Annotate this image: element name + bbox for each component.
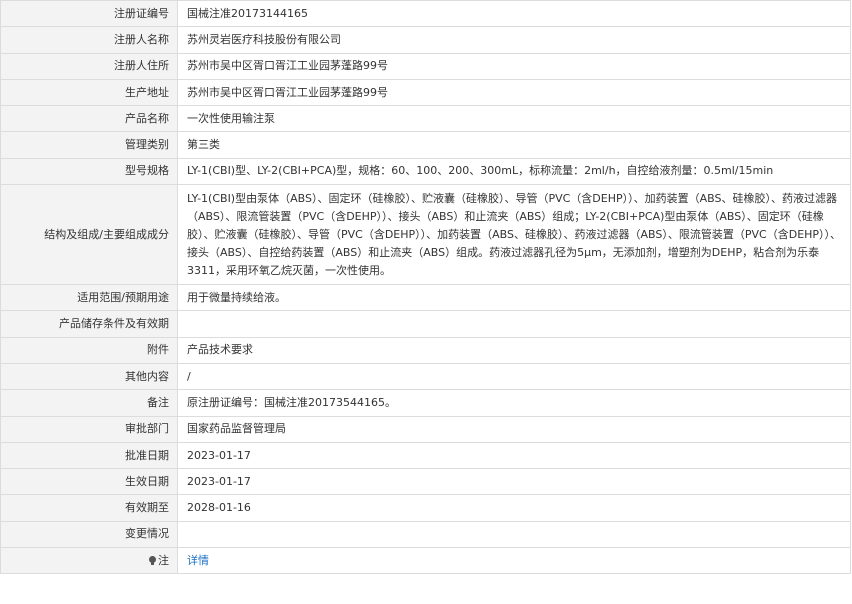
row-intended-use: 适用范围/预期用途 用于微量持续给液。 (0, 284, 851, 312)
row-label: 管理类别 (0, 131, 178, 159)
row-model-spec: 型号规格 LY-1(CBI)型、LY-2(CBI+PCA)型，规格：60、100… (0, 157, 851, 186)
row-effective-date: 生效日期 2023-01-17 (0, 468, 851, 496)
row-label: 注册证编号 (0, 0, 178, 28)
row-value: 2028-01-16 (177, 494, 851, 522)
row-registration-number: 注册证编号 国械注准20173144165 (0, 0, 851, 28)
row-value: 国家药品监督管理局 (177, 415, 851, 443)
row-label: 型号规格 (0, 157, 178, 186)
row-label: 产品名称 (0, 105, 178, 133)
row-value: LY-1(CBI)型、LY-2(CBI+PCA)型，规格：60、100、200、… (177, 157, 851, 186)
row-value: 第三类 (177, 131, 851, 159)
row-management-category: 管理类别 第三类 (0, 131, 851, 159)
row-value: 一次性使用输注泵 (177, 105, 851, 133)
note-value-cell: 详情 (177, 547, 851, 575)
registration-detail-table: 注册证编号 国械注准20173144165 注册人名称 苏州灵岩医疗科技股份有限… (0, 0, 851, 575)
row-label: 结构及组成/主要组成成分 (0, 184, 178, 286)
row-label: 注册人住所 (0, 52, 178, 80)
row-label: 审批部门 (0, 415, 178, 443)
row-product-name: 产品名称 一次性使用输注泵 (0, 105, 851, 133)
row-label: 附件 (0, 336, 178, 364)
row-value: 2023-01-17 (177, 468, 851, 496)
row-value: 苏州市吴中区胥口胥江工业园茅蓬路99号 (177, 78, 851, 107)
row-approval-date: 批准日期 2023-01-17 (0, 441, 851, 470)
row-registrant-name: 注册人名称 苏州灵岩医疗科技股份有限公司 (0, 26, 851, 54)
row-note: 注 详情 (0, 547, 851, 575)
row-label: 批准日期 (0, 441, 178, 470)
row-label: 产品储存条件及有效期 (0, 310, 178, 338)
row-value: 苏州灵岩医疗科技股份有限公司 (177, 26, 851, 54)
row-value: / (177, 362, 851, 391)
row-label: 注册人名称 (0, 26, 178, 54)
row-label: 生效日期 (0, 468, 178, 496)
note-label-cell: 注 (0, 547, 178, 575)
row-other-content: 其他内容 / (0, 362, 851, 391)
row-change-status: 变更情况 (0, 520, 851, 549)
row-value: LY-1(CBI)型由泵体（ABS）、固定环（硅橡胶）、贮液囊（硅橡胶）、导管（… (177, 184, 851, 286)
row-attachment: 附件 产品技术要求 (0, 336, 851, 364)
row-label: 备注 (0, 389, 178, 417)
row-label: 变更情况 (0, 520, 178, 549)
row-storage-validity: 产品储存条件及有效期 (0, 310, 851, 338)
row-valid-until: 有效期至 2028-01-16 (0, 494, 851, 522)
row-value (177, 310, 851, 338)
row-registrant-address: 注册人住所 苏州市吴中区胥口胥江工业园茅蓬路99号 (0, 52, 851, 80)
row-label: 生产地址 (0, 78, 178, 107)
row-approval-department: 审批部门 国家药品监督管理局 (0, 415, 851, 443)
row-label: 有效期至 (0, 494, 178, 522)
row-value: 原注册证编号：国械注准20173544165。 (177, 389, 851, 417)
row-value: 苏州市吴中区胥口胥江工业园茅蓬路99号 (177, 52, 851, 80)
row-value: 产品技术要求 (177, 336, 851, 364)
row-value: 用于微量持续给液。 (177, 284, 851, 312)
row-value: 2023-01-17 (177, 441, 851, 470)
note-label: 注 (158, 553, 169, 567)
details-link[interactable]: 详情 (187, 554, 209, 567)
row-remarks: 备注 原注册证编号：国械注准20173544165。 (0, 389, 851, 417)
row-structure-composition: 结构及组成/主要组成成分 LY-1(CBI)型由泵体（ABS）、固定环（硅橡胶）… (0, 184, 851, 286)
row-value (177, 520, 851, 549)
row-value: 国械注准20173144165 (177, 0, 851, 28)
lightbulb-icon (149, 555, 156, 565)
row-label: 其他内容 (0, 362, 178, 391)
row-production-address: 生产地址 苏州市吴中区胥口胥江工业园茅蓬路99号 (0, 78, 851, 107)
row-label: 适用范围/预期用途 (0, 284, 178, 312)
